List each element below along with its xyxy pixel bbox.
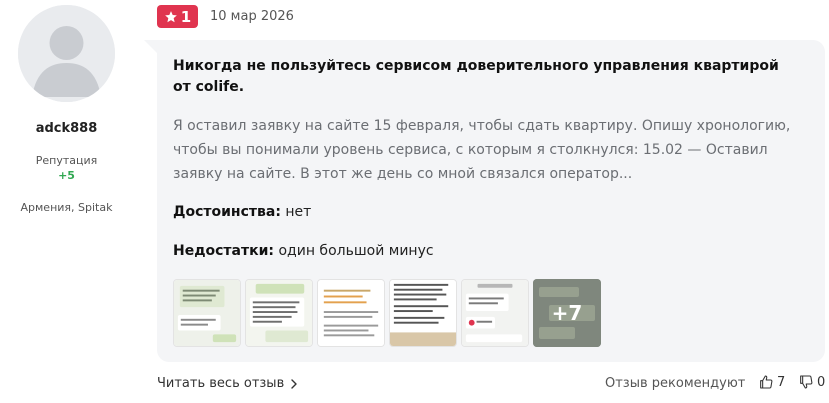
photo-thumbnail[interactable] (461, 279, 529, 347)
thumbs-up-icon (760, 375, 773, 389)
rating-badge: 1 (157, 5, 198, 28)
dislike-button[interactable]: 0 (798, 374, 825, 390)
read-full-review-label: Читать весь отзыв (157, 376, 285, 391)
photo-thumbnail[interactable] (389, 279, 457, 347)
chevron-right-icon (291, 378, 297, 389)
author-location: Армения, Spitak (20, 201, 113, 214)
author-avatar[interactable] (18, 5, 115, 102)
review-text: Я оставил заявку на сайте 15 февраля, чт… (173, 118, 791, 182)
user-avatar-placeholder-icon (18, 5, 115, 102)
thumbs-down-icon (800, 375, 813, 389)
recommend-label: Отзыв рекомендуют (605, 376, 746, 391)
review-date: 10 мар 2026 (210, 9, 294, 24)
reputation-value: +5 (58, 169, 75, 182)
more-photos-count: +7 (551, 301, 583, 325)
review-pros: Достоинства: нет (173, 204, 311, 220)
review-card: Никогда не пользуйтесь сервисом доверите… (144, 40, 825, 362)
cons-value: один большой минус (278, 243, 434, 259)
pros-value: нет (285, 204, 312, 220)
photo-thumbnail[interactable] (317, 279, 385, 347)
dislike-count: 0 (817, 374, 826, 390)
read-full-review-link[interactable]: Читать весь отзыв (157, 376, 298, 391)
like-button[interactable]: 7 (758, 374, 785, 390)
like-count: 7 (777, 374, 786, 390)
reputation-label: Репутация (35, 154, 98, 167)
photo-gallery: +7 (173, 279, 601, 347)
pros-label: Достоинства: (173, 204, 281, 220)
cons-label: Недостатки: (173, 243, 275, 259)
author-username[interactable]: adck888 (0, 121, 133, 136)
review-title[interactable]: Никогда не пользуйтесь сервисом доверите… (173, 56, 793, 98)
star-icon (164, 10, 177, 22)
rating-value: 1 (180, 7, 192, 26)
photo-thumbnail-more[interactable]: +7 (533, 279, 601, 347)
photo-thumbnail[interactable] (173, 279, 241, 347)
review-cons: Недостатки: один большой минус (173, 243, 434, 259)
photo-thumbnail[interactable] (245, 279, 313, 347)
